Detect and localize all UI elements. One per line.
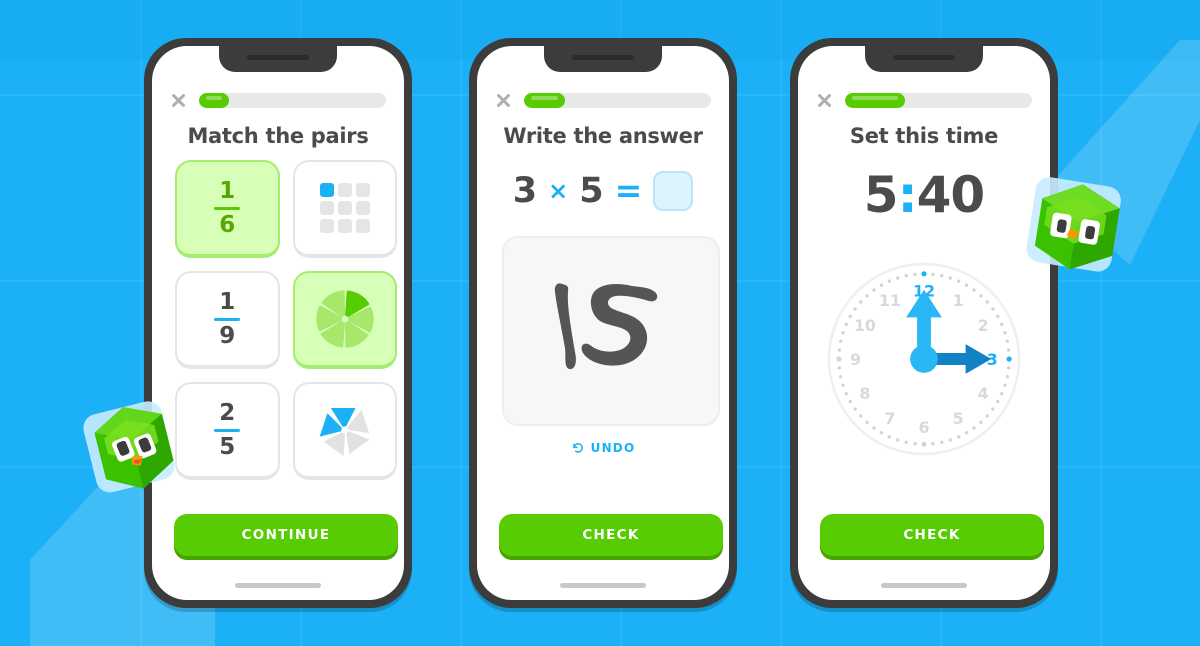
analog-clock-face: 121234567891011 xyxy=(827,262,1021,456)
fraction-bar xyxy=(214,317,241,321)
fraction-denominator: 6 xyxy=(219,211,236,238)
fraction-bar xyxy=(214,206,241,210)
close-icon[interactable] xyxy=(495,92,512,109)
match-card-fraction-2-5[interactable]: 2 5 xyxy=(175,382,280,480)
clock-numeral-8: 8 xyxy=(859,384,870,403)
match-card-pie-six-slice[interactable] xyxy=(292,271,397,369)
lesson-header-2 xyxy=(477,92,729,109)
clock-numeral-11: 11 xyxy=(879,291,901,310)
phone-screen-3: Set this time 5:40 121234567891011 xyxy=(798,46,1050,600)
clock-center-pivot xyxy=(910,345,938,373)
pie-six-slice-icon xyxy=(316,290,374,348)
undo-arrow-icon xyxy=(572,443,583,453)
progress-bar-3 xyxy=(845,93,1032,108)
fraction-denominator: 9 xyxy=(219,322,236,349)
fraction-two-fifths: 2 5 xyxy=(214,399,241,460)
home-indicator xyxy=(235,583,321,588)
continue-button[interactable]: CONTINUE xyxy=(174,514,398,556)
phone-write-the-answer: Write the answer 3 × 5 = UNDO CHECK xyxy=(469,38,737,608)
check-button-label: CHECK xyxy=(582,527,640,543)
pentagon-five-slice-icon xyxy=(319,408,370,457)
clock-numeral-2: 2 xyxy=(978,316,989,335)
clock-widget[interactable]: 121234567891011 xyxy=(825,260,1023,458)
lesson-header-1 xyxy=(152,92,404,109)
time-minutes: 40 xyxy=(916,166,986,224)
target-time-display: 5:40 xyxy=(798,166,1050,224)
phone-speaker xyxy=(247,55,309,60)
fraction-one-ninth: 1 9 xyxy=(214,288,241,349)
equation-row: 3 × 5 = xyxy=(477,171,729,211)
clock-numeral-9: 9 xyxy=(850,350,861,369)
undo-button[interactable]: UNDO xyxy=(477,441,729,455)
fraction-denominator: 5 xyxy=(219,433,236,460)
equation-right-operand: 5 xyxy=(579,171,604,211)
match-card-grid-3x3[interactable] xyxy=(292,160,397,258)
fraction-numerator: 1 xyxy=(219,288,236,315)
match-card-fraction-1-6[interactable]: 1 6 xyxy=(175,160,280,258)
clock-numeral-1: 1 xyxy=(953,291,964,310)
fraction-one-sixth: 1 6 xyxy=(214,177,241,238)
phone-set-this-time: Set this time 5:40 121234567891011 xyxy=(790,38,1058,608)
match-card-pentagon-five-slice[interactable] xyxy=(292,382,397,480)
answer-input-box[interactable] xyxy=(653,171,694,211)
phone-screen-1: Match the pairs 1 6 1 9 2 5 CONTINUE xyxy=(152,46,404,600)
progress-bar-fill xyxy=(199,93,229,108)
time-separator: : xyxy=(897,166,918,224)
check-button[interactable]: CHECK xyxy=(499,514,723,556)
duo-cube-mascot-left xyxy=(78,392,188,514)
check-button[interactable]: CHECK xyxy=(820,514,1044,556)
match-card-fraction-1-9[interactable]: 1 9 xyxy=(175,271,280,369)
continue-button-label: CONTINUE xyxy=(241,527,331,543)
undo-label: UNDO xyxy=(590,441,636,455)
check-button-label: CHECK xyxy=(903,527,961,543)
match-pairs-grid: 1 6 1 9 2 5 xyxy=(175,160,397,480)
phone-speaker xyxy=(893,55,955,60)
grid-3x3-icon xyxy=(319,183,370,233)
lesson-header-3 xyxy=(798,92,1050,109)
close-icon[interactable] xyxy=(170,92,187,109)
fraction-numerator: 1 xyxy=(219,177,236,204)
clock-numeral-5: 5 xyxy=(953,409,964,428)
equation-left-operand: 3 xyxy=(512,171,538,211)
close-icon[interactable] xyxy=(816,92,833,109)
fraction-numerator: 2 xyxy=(219,399,236,426)
phone-speaker xyxy=(572,55,634,60)
page-title: Set this time xyxy=(849,124,999,148)
home-indicator xyxy=(881,583,967,588)
phone-match-the-pairs: Match the pairs 1 6 1 9 2 5 CONTINUE xyxy=(144,38,412,608)
progress-bar-fill xyxy=(845,93,905,108)
progress-bar-1 xyxy=(199,93,386,108)
clock-numeral-6: 6 xyxy=(918,418,929,437)
page-title: Write the answer xyxy=(503,124,703,148)
clock-numeral-10: 10 xyxy=(854,316,876,335)
handwriting-canvas[interactable] xyxy=(502,236,720,426)
fraction-bar xyxy=(214,428,241,432)
clock-numeral-4: 4 xyxy=(978,384,989,403)
multiply-icon: × xyxy=(548,177,569,205)
duo-cube-mascot-right xyxy=(1018,168,1136,294)
equals-sign: = xyxy=(614,170,643,210)
clock-numeral-7: 7 xyxy=(884,409,895,428)
phone-screen-2: Write the answer 3 × 5 = UNDO CHECK xyxy=(477,46,729,600)
time-hours: 5 xyxy=(863,166,899,224)
handwritten-answer-15 xyxy=(554,283,658,370)
progress-bar-fill xyxy=(524,93,566,108)
home-indicator xyxy=(560,583,646,588)
page-title: Match the pairs xyxy=(187,124,369,148)
progress-bar-2 xyxy=(524,93,711,108)
